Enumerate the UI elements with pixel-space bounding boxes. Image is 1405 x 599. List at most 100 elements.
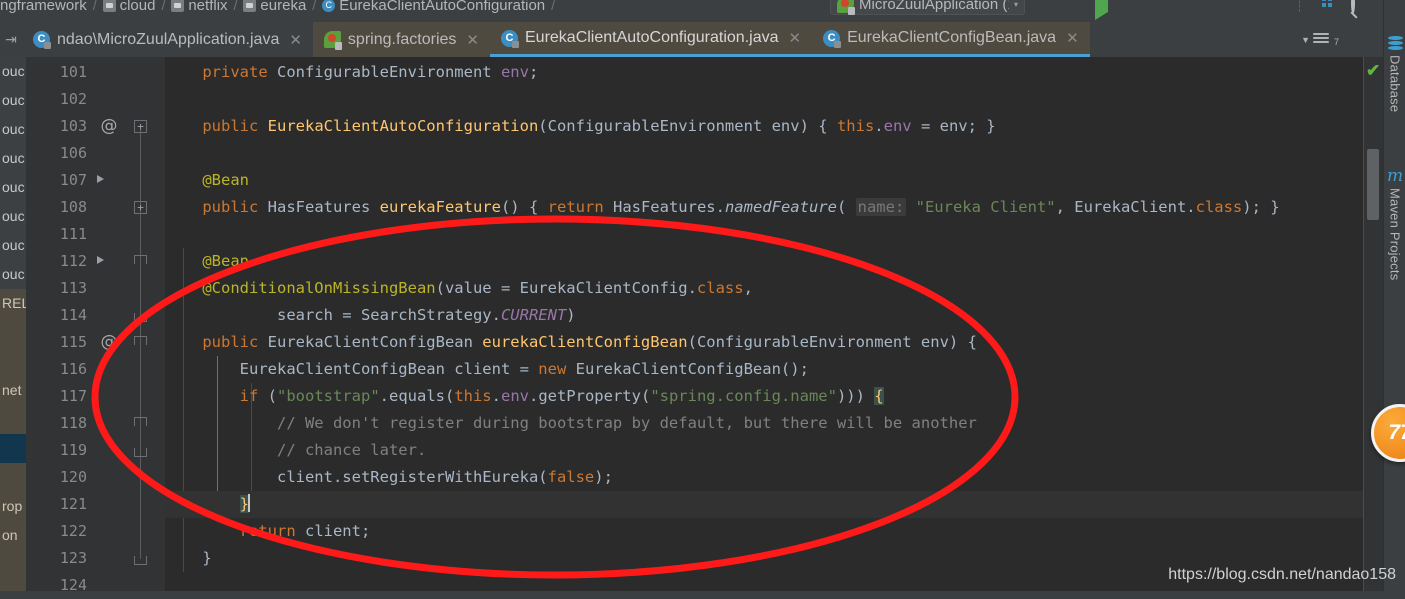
gutter-line[interactable]: 116 <box>26 356 165 383</box>
cloud-deploy-icon[interactable] <box>1231 0 1249 13</box>
fold-collapse-end-icon[interactable] <box>134 309 147 322</box>
project-tree-row[interactable] <box>0 347 26 376</box>
debug-icon[interactable] <box>1129 0 1147 13</box>
tab-eurekaclientconfigbean[interactable]: C EurekaClientConfigBean.java ✕ <box>812 22 1090 57</box>
fold-collapse-icon[interactable] <box>134 417 147 430</box>
annotation-marker-icon[interactable]: @ <box>98 116 120 138</box>
spring-bean-gutter-icon[interactable] <box>98 251 120 273</box>
run-configuration-selector[interactable]: MicroZuulApplication (1) ▾ <box>830 0 1025 15</box>
project-tree-row[interactable]: ouc <box>0 260 26 289</box>
gutter-line[interactable]: 111 <box>26 221 165 248</box>
code-editor[interactable]: 101 102 103 @ +106 107 108 +111 112 113 114 115 @116… <box>26 57 1363 594</box>
gutter-line[interactable]: 106 <box>26 140 165 167</box>
error-marker-bar[interactable]: ✔ <box>1363 57 1384 591</box>
tool-window-maven-projects[interactable]: m Maven Projects <box>1384 168 1405 281</box>
fold-expand-icon[interactable]: + <box>134 120 147 133</box>
stop-icon[interactable] <box>1265 0 1283 13</box>
editor-gutter[interactable]: 101 102 103 @ +106 107 108 +111 112 113 114 115 @116… <box>26 57 165 594</box>
fold-collapse-end-icon[interactable] <box>134 444 147 457</box>
breadcrumb-item-4[interactable]: EurekaClientAutoConfiguration <box>322 0 545 14</box>
code-text-area[interactable]: private ConfigurableEnvironment env; pub… <box>165 57 1363 591</box>
project-tree-row[interactable]: ouc <box>0 173 26 202</box>
fold-expand-icon[interactable]: + <box>134 201 147 214</box>
project-tree-row[interactable] <box>0 463 26 492</box>
code-line[interactable]: public HasFeatures eurekaFeature() { ret… <box>165 194 1280 221</box>
code-line[interactable]: public EurekaClientConfigBean eurekaClie… <box>165 329 977 356</box>
tab-overflow-control[interactable]: ▼ 7 <box>1301 22 1339 57</box>
code-line[interactable]: if ("bootstrap".equals(this.env.getPrope… <box>165 383 884 410</box>
project-tree-row[interactable] <box>0 434 26 463</box>
project-panel-clipped[interactable]: oucoucoucoucoucoucoucoucRELInetropon <box>0 57 26 591</box>
breadcrumb-item-1[interactable]: cloud <box>102 0 155 14</box>
gutter-line[interactable]: 115 @ <box>26 329 165 356</box>
project-tree-row[interactable]: rop <box>0 492 26 521</box>
gutter-line[interactable]: 102 <box>26 86 165 113</box>
run-icon[interactable] <box>1095 0 1113 20</box>
breadcrumb-item-2[interactable]: netflix <box>171 0 228 14</box>
tab-close-icon[interactable]: ✕ <box>289 31 302 49</box>
project-tree-row[interactable]: ouc <box>0 231 26 260</box>
fold-collapse-end-icon[interactable] <box>134 552 147 565</box>
code-line[interactable]: } <box>165 545 211 572</box>
project-tree-row[interactable] <box>0 405 26 434</box>
gutter-line[interactable]: 114 <box>26 302 165 329</box>
gutter-line[interactable]: 107 <box>26 167 165 194</box>
code-line[interactable]: search = SearchStrategy.CURRENT) <box>165 302 576 329</box>
collapse-panel-button[interactable]: ⇥ <box>0 22 22 57</box>
chevron-down-icon[interactable]: ▼ <box>1301 35 1310 45</box>
project-tree-row[interactable]: on <box>0 521 26 550</box>
vertical-scrollbar-thumb[interactable] <box>1367 149 1379 220</box>
code-line[interactable]: public EurekaClientAutoConfiguration(Con… <box>165 113 995 140</box>
gutter-line[interactable]: 123 <box>26 545 165 572</box>
project-tree-row[interactable]: ouc <box>0 202 26 231</box>
breadcrumb-item-3[interactable]: eureka <box>243 0 306 14</box>
search-everywhere-icon[interactable] <box>1351 0 1369 14</box>
code-line[interactable]: EurekaClientConfigBean client = new Eure… <box>165 356 809 383</box>
gutter-line[interactable]: 119 <box>26 437 165 464</box>
gutter-line[interactable]: 117 <box>26 383 165 410</box>
project-tree-row[interactable]: ouc <box>0 115 26 144</box>
code-line[interactable]: private ConfigurableEnvironment env; <box>165 59 538 86</box>
code-line[interactable]: @Bean <box>165 167 249 194</box>
layout-icon[interactable] <box>1317 0 1335 13</box>
project-tree-row[interactable]: net <box>0 376 26 405</box>
spring-bean-gutter-icon[interactable] <box>98 170 120 192</box>
code-line[interactable]: } <box>165 491 250 518</box>
gutter-line[interactable]: 118 <box>26 410 165 437</box>
code-line[interactable]: // chance later. <box>165 437 426 464</box>
tab-close-icon[interactable]: ✕ <box>466 31 479 49</box>
gutter-line[interactable]: 120 <box>26 464 165 491</box>
code-line[interactable]: client.setRegisterWithEureka(false); <box>165 464 613 491</box>
tool-window-database[interactable]: Database <box>1384 34 1405 112</box>
gutter-line[interactable]: 101 <box>26 59 165 86</box>
project-tree-row[interactable]: ouc <box>0 86 26 115</box>
run-with-coverage-icon[interactable] <box>1163 0 1181 13</box>
tab-spring-factories[interactable]: spring.factories ✕ <box>312 22 490 57</box>
tab-close-icon[interactable]: ✕ <box>1066 29 1079 47</box>
project-tree-row[interactable]: ouc <box>0 144 26 173</box>
gutter-line[interactable]: 121 <box>26 491 165 518</box>
code-line[interactable]: @ConditionalOnMissingBean(value = Eureka… <box>165 275 753 302</box>
code-line[interactable]: @Bean <box>165 248 249 275</box>
gutter-line[interactable]: 122 <box>26 518 165 545</box>
chevron-down-icon[interactable]: ▾ <box>1014 0 1018 9</box>
tab-eurekaclientautoconfiguration[interactable]: C EurekaClientAutoConfiguration.java ✕ <box>490 22 813 57</box>
code-line[interactable]: return client; <box>165 518 371 545</box>
inspection-ok-icon[interactable]: ✔ <box>1366 61 1380 81</box>
project-tree-row[interactable]: ouc <box>0 57 26 86</box>
tab-microzuulapplication[interactable]: C ndao\MicroZuulApplication.java ✕ <box>22 22 313 57</box>
tab-list-icon[interactable] <box>1312 33 1331 46</box>
gutter-line[interactable]: 112 <box>26 248 165 275</box>
profile-icon[interactable] <box>1197 0 1215 13</box>
breadcrumb-item-0[interactable]: ngframework <box>0 0 87 14</box>
fold-collapse-icon[interactable] <box>134 336 147 349</box>
project-tree-row[interactable]: RELI <box>0 289 26 318</box>
gutter-line[interactable]: 103 @ + <box>26 113 165 140</box>
gutter-line[interactable]: 113 <box>26 275 165 302</box>
annotation-marker-icon[interactable]: @ <box>98 332 120 354</box>
fold-collapse-icon[interactable] <box>134 255 147 268</box>
project-tree-row[interactable] <box>0 318 26 347</box>
tab-close-icon[interactable]: ✕ <box>788 29 801 47</box>
gutter-line[interactable]: 108 + <box>26 194 165 221</box>
project-tree-row[interactable] <box>0 550 26 579</box>
